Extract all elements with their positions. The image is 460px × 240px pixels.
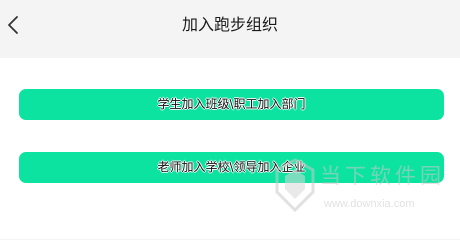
top-bar: 加入跑步组织 xyxy=(0,0,460,50)
student-join-class-button[interactable]: 学生加入班级\职工加入部门 xyxy=(19,89,444,120)
page-title: 加入跑步组织 xyxy=(181,15,278,34)
watermark-brand: 当下软件园 xyxy=(320,164,445,188)
watermark-logo-icon xyxy=(275,158,315,213)
watermark: 当下软件园 www.downxia.com xyxy=(272,156,441,218)
watermark-url: www.downxia.com xyxy=(324,198,415,210)
